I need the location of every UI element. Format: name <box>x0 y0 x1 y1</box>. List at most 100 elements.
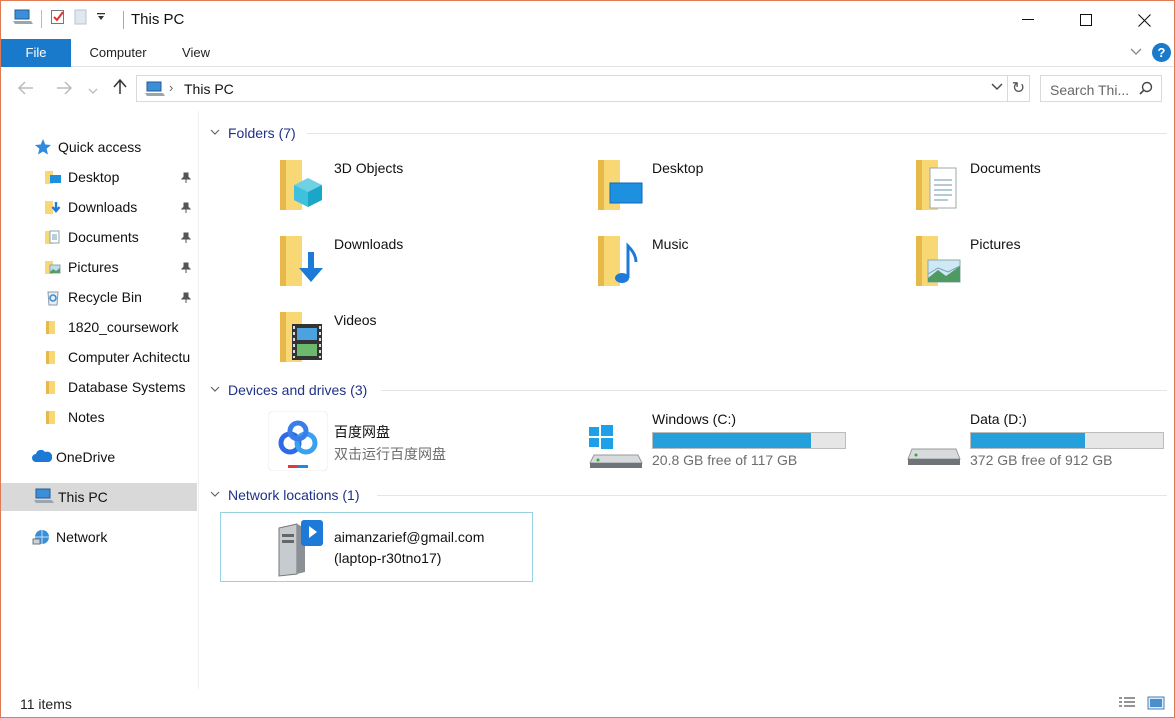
tab-view[interactable]: View <box>165 39 227 67</box>
new-folder-icon[interactable] <box>74 9 88 28</box>
folder-tile-videos[interactable]: Videos <box>278 308 578 368</box>
documents-folder-icon <box>44 228 62 246</box>
sidebar-item-this-pc[interactable]: This PC <box>1 483 197 511</box>
search-icon[interactable] <box>1139 81 1153 98</box>
search-box[interactable]: Search Thi... <box>1040 75 1162 102</box>
up-button[interactable] <box>109 78 131 100</box>
group-divider <box>381 390 1167 391</box>
sidebar-item-pictures[interactable]: Pictures <box>1 253 197 281</box>
desktop-folder-icon <box>44 168 62 186</box>
sidebar-item-1820-coursework[interactable]: 1820_coursework <box>1 313 197 341</box>
address-bar[interactable]: › This PC <box>136 75 1008 102</box>
search-input[interactable]: Search Thi... <box>1050 82 1129 98</box>
item-count: 11 items <box>20 696 72 712</box>
pin-icon[interactable] <box>180 201 192 213</box>
tab-computer[interactable]: Computer <box>77 39 159 67</box>
sidebar-item-label: 1820_coursework <box>68 319 179 335</box>
folder-tile-desktop[interactable]: Desktop <box>596 156 896 216</box>
sidebar-item-label: Quick access <box>58 139 142 155</box>
drive-free-space: 20.8 GB free of 117 GB <box>652 452 798 468</box>
sidebar-item-label: This PC <box>58 489 108 505</box>
folder-tile-documents[interactable]: Documents <box>914 156 1175 216</box>
drive-tile-data-d[interactable]: Data (D:) 372 GB free of 912 GB <box>906 411 1175 475</box>
content-pane: Folders (7) 3D Objects Desktop Documents <box>201 111 1174 689</box>
folder-label: Documents <box>970 160 1041 176</box>
sidebar-item-computer-achitecture[interactable]: Computer Achitectu <box>1 343 197 371</box>
sidebar-item-recycle-bin[interactable]: Recycle Bin <box>1 283 197 311</box>
sidebar-item-network[interactable]: Network <box>1 523 197 551</box>
help-button[interactable]: ? <box>1152 43 1171 62</box>
sidebar-item-database-systems[interactable]: Database Systems <box>1 373 197 401</box>
drive-free-space: 372 GB free of 912 GB <box>970 452 1113 468</box>
chevron-down-icon <box>1130 48 1142 55</box>
folder-tile-pictures[interactable]: Pictures <box>914 232 1175 292</box>
breadcrumb[interactable]: This PC <box>184 81 234 97</box>
3d-objects-folder-icon <box>278 156 326 214</box>
close-button[interactable] <box>1115 1 1173 39</box>
computer-icon <box>34 488 54 506</box>
details-view-button[interactable] <box>1118 695 1136 711</box>
large-icons-view-icon <box>1147 696 1165 710</box>
sidebar-item-notes[interactable]: Notes <box>1 403 197 431</box>
sidebar-item-label: Documents <box>68 229 139 245</box>
pin-icon[interactable] <box>180 171 192 183</box>
arrow-right-icon <box>57 81 73 95</box>
sidebar-item-label: Recycle Bin <box>68 289 142 305</box>
expand-ribbon-button[interactable] <box>1127 43 1145 61</box>
disk-usage-fill <box>971 433 1085 448</box>
drive-name: Windows (C:) <box>652 411 737 427</box>
group-header-network[interactable]: Network locations (1) <box>210 485 360 505</box>
folder-icon <box>44 318 62 336</box>
chevron-down-icon <box>88 88 98 94</box>
folder-icon <box>44 378 62 396</box>
sidebar-item-downloads[interactable]: Downloads <box>1 193 197 221</box>
pin-icon[interactable] <box>180 231 192 243</box>
pin-icon[interactable] <box>180 261 192 273</box>
folder-tile-3d-objects[interactable]: 3D Objects <box>278 156 578 216</box>
windows-drive-icon <box>588 411 644 471</box>
sidebar-item-onedrive[interactable]: OneDrive <box>1 443 197 471</box>
drive-name: 百度网盘 <box>334 424 390 440</box>
folder-label: Videos <box>334 312 377 328</box>
customize-toolbar-icon[interactable] <box>96 12 106 25</box>
hard-drive-icon <box>906 411 962 471</box>
network-location-tile[interactable]: aimanzarief@gmail.com (laptop-r30tno17) <box>220 512 533 582</box>
chevron-down-icon <box>210 127 222 139</box>
maximize-button[interactable] <box>1057 1 1115 39</box>
drive-name: Data (D:) <box>970 411 1027 427</box>
sidebar-item-label: Desktop <box>68 169 120 185</box>
folder-label: Pictures <box>970 236 1021 252</box>
sidebar-item-quick-access[interactable]: Quick access <box>1 133 197 161</box>
pin-icon[interactable] <box>180 291 192 303</box>
window-title: This PC <box>131 11 185 28</box>
group-header-folders[interactable]: Folders (7) <box>210 123 296 143</box>
recent-locations-button[interactable] <box>85 78 101 100</box>
group-title: Folders (7) <box>228 125 296 141</box>
drive-tile-windows-c[interactable]: Windows (C:) 20.8 GB free of 117 GB <box>588 411 888 475</box>
sidebar-item-label: OneDrive <box>56 449 116 465</box>
tab-file[interactable]: File <box>1 39 71 67</box>
minimize-button[interactable] <box>999 1 1057 39</box>
sidebar-item-desktop[interactable]: Desktop <box>1 163 197 191</box>
address-dropdown-button[interactable] <box>991 80 1003 94</box>
breadcrumb-chevron[interactable]: › <box>169 80 173 95</box>
sidebar-item-documents[interactable]: Documents <box>1 223 197 251</box>
folder-icon <box>44 408 62 426</box>
back-button[interactable] <box>15 78 37 100</box>
disk-usage-fill <box>653 433 811 448</box>
refresh-button[interactable]: ↻ <box>1008 75 1030 102</box>
forward-button[interactable] <box>53 78 75 100</box>
properties-icon[interactable] <box>50 9 66 28</box>
recycle-bin-icon <box>44 288 62 306</box>
large-icons-view-button[interactable] <box>1147 695 1165 711</box>
pictures-folder-icon <box>914 232 962 290</box>
media-server-icon <box>275 518 327 581</box>
folder-tile-downloads[interactable]: Downloads <box>278 232 578 292</box>
close-icon <box>1137 13 1151 27</box>
folder-tile-music[interactable]: Music <box>596 232 896 292</box>
group-header-devices[interactable]: Devices and drives (3) <box>210 380 367 400</box>
baidu-netdisk-icon <box>267 410 329 472</box>
downloads-folder-icon <box>278 232 326 290</box>
drive-subtitle: 双击运行百度网盘 <box>334 446 446 462</box>
drive-tile-baidu[interactable]: 百度网盘 双击运行百度网盘 <box>267 410 568 475</box>
